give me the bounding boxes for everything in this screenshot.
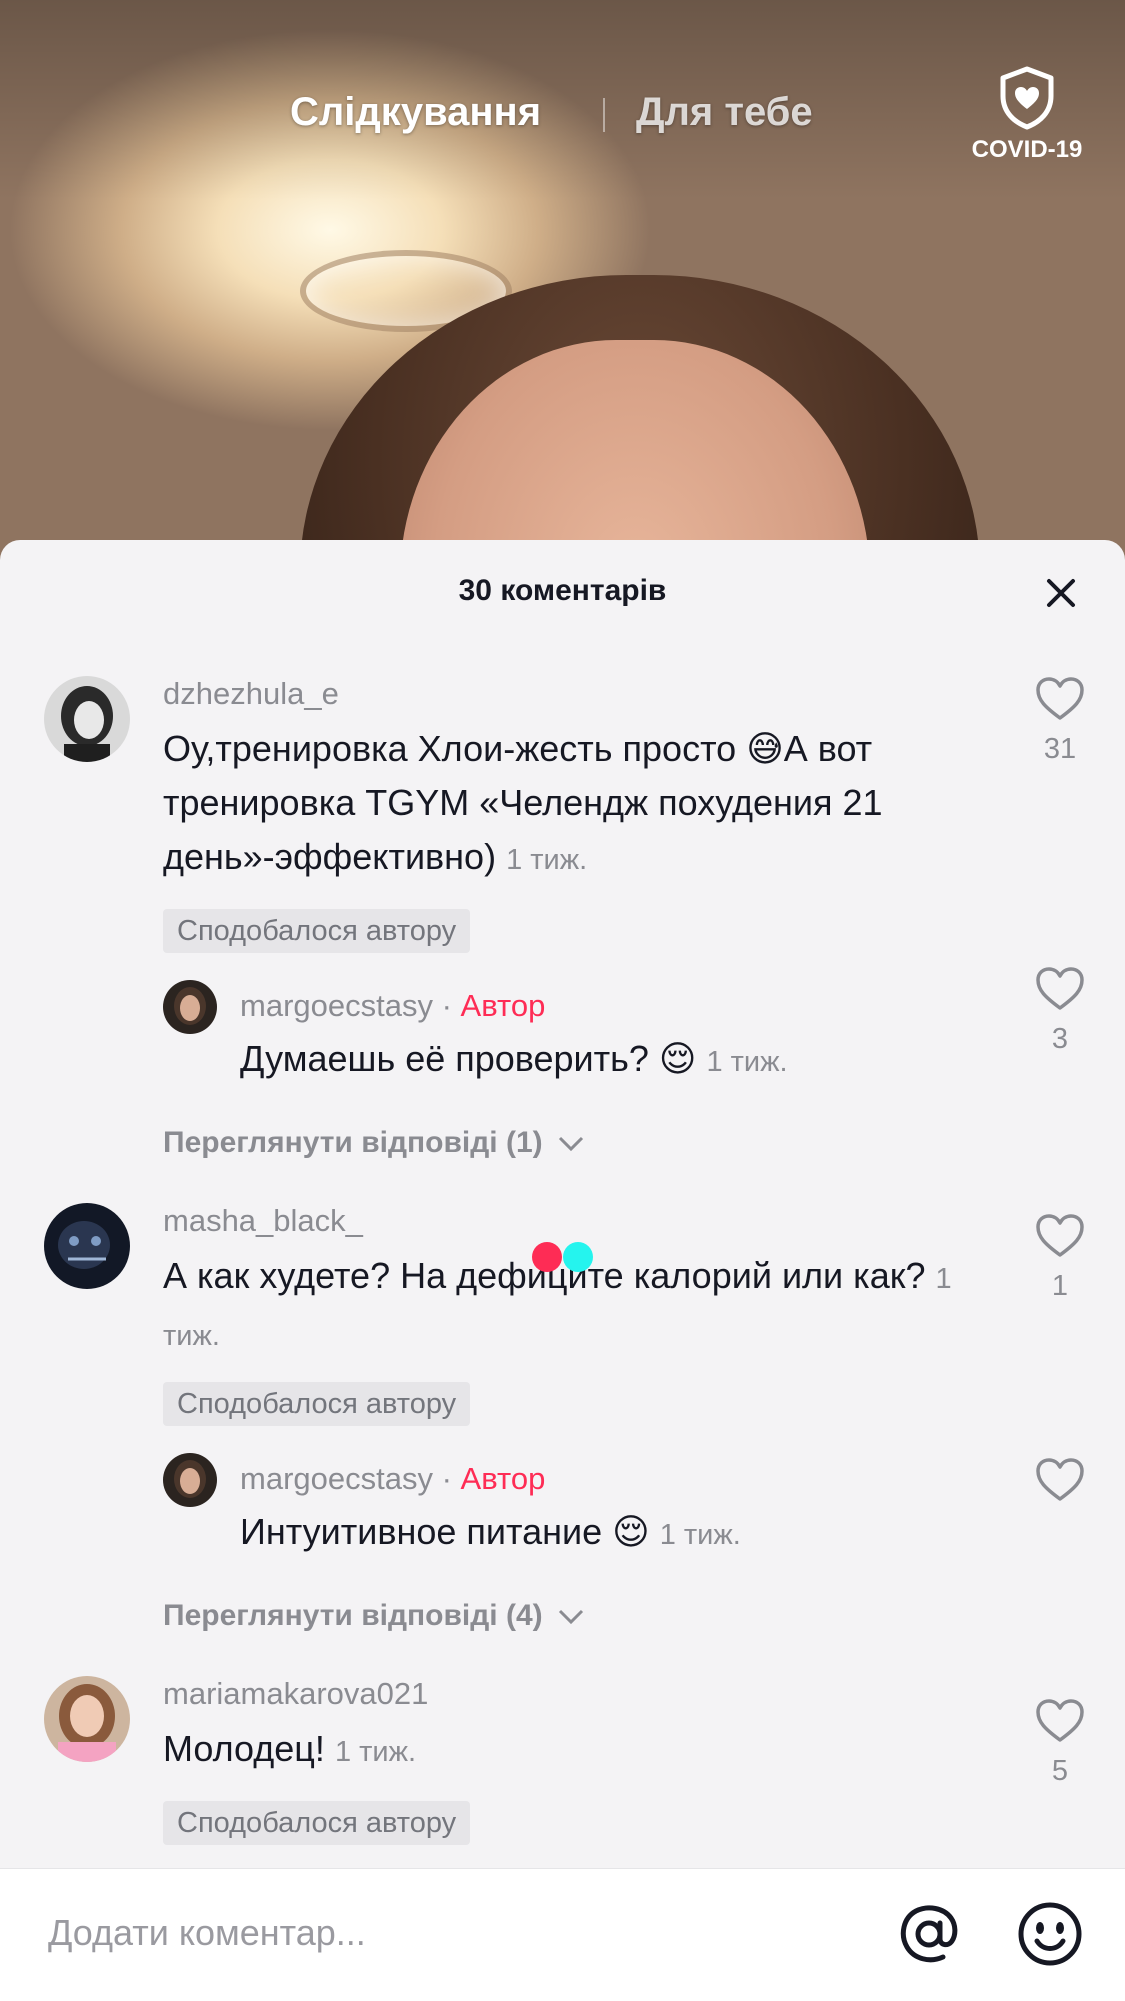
- reply-avatar[interactable]: [163, 980, 217, 1034]
- tab-following[interactable]: Слідкування: [290, 90, 541, 135]
- comment-time: 1 тиж.: [334, 1736, 417, 1768]
- reply-username-line: margoecstasy · Автор: [240, 1461, 545, 1497]
- close-icon[interactable]: [1044, 576, 1078, 610]
- reply-like-count: 3: [1051, 1023, 1069, 1055]
- top-navigation: Слідкування Для тебе: [0, 90, 1125, 140]
- add-comment-input[interactable]: [46, 1911, 850, 1955]
- reply-username[interactable]: margoecstasy: [240, 988, 433, 1023]
- separator-dot: ·: [441, 1461, 452, 1496]
- reply-username-line: margoecstasy · Автор: [240, 988, 545, 1024]
- reply-body: Думаешь её проверить? 😌: [240, 1038, 697, 1079]
- video-background[interactable]: [0, 0, 1125, 560]
- view-replies-label: Переглянути відповіді (1): [163, 1126, 543, 1159]
- emoji-icon[interactable]: [1017, 1901, 1083, 1967]
- reply-username[interactable]: margoecstasy: [240, 1461, 433, 1496]
- reply-body: Интуитивное питание 😌: [240, 1511, 650, 1552]
- comment-input-bar: [0, 1868, 1125, 2001]
- comment-username[interactable]: dzhezhula_e: [163, 676, 339, 712]
- reply-time: 1 тиж.: [706, 1046, 788, 1078]
- like-button[interactable]: 31: [1030, 676, 1090, 766]
- reply-like-button[interactable]: [1030, 1457, 1090, 1514]
- avatar[interactable]: [44, 676, 130, 762]
- avatar[interactable]: [44, 1676, 130, 1762]
- like-count: 31: [1043, 733, 1077, 765]
- author-badge: Автор: [460, 1461, 546, 1496]
- reply-text: Интуитивное питание 😌 1 тиж.: [240, 1505, 1000, 1562]
- chevron-down-icon: [558, 1610, 584, 1625]
- heart-icon: [1036, 1699, 1084, 1742]
- shield-heart-icon: [1000, 66, 1054, 130]
- author-badge: Автор: [460, 988, 546, 1023]
- chevron-down-icon: [558, 1137, 584, 1152]
- heart-icon: [1036, 967, 1084, 1010]
- view-replies-button[interactable]: Переглянути відповіді (4): [163, 1599, 585, 1633]
- mention-icon[interactable]: [896, 1901, 962, 1967]
- liked-by-author-badge: Сподобалося автору: [163, 1801, 471, 1845]
- tab-divider: [603, 98, 605, 132]
- sheet-header: 30 коментарів: [0, 540, 1125, 650]
- comment-username[interactable]: mariamakarova021: [163, 1676, 428, 1712]
- view-replies-label: Переглянути відповіді (4): [163, 1599, 543, 1632]
- separator-dot: ·: [441, 988, 452, 1023]
- reply-text: Думаешь её проверить? 😌 1 тиж.: [240, 1032, 1000, 1089]
- comment-username[interactable]: masha_black_: [163, 1203, 363, 1239]
- heart-icon: [1036, 677, 1084, 720]
- comment-body: Молодец!: [163, 1728, 325, 1769]
- heart-icon: [1036, 1214, 1084, 1257]
- like-count: 1: [1051, 1270, 1069, 1302]
- tab-for-you[interactable]: Для тебе: [636, 90, 813, 135]
- comments-count-title: 30 коментарів: [458, 574, 667, 607]
- heart-icon: [1036, 1458, 1084, 1501]
- covid-label: COVID-19: [971, 136, 1083, 163]
- comment-text: Оу,тренировка Хлои-жесть просто 😅А вот т…: [163, 722, 983, 887]
- covid-button[interactable]: COVID-19: [960, 66, 1094, 164]
- reply-like-button[interactable]: 3: [1030, 966, 1090, 1056]
- like-button[interactable]: 1: [1030, 1213, 1090, 1303]
- avatar[interactable]: [44, 1203, 130, 1289]
- like-button[interactable]: 5: [1030, 1698, 1090, 1788]
- liked-by-author-badge: Сподобалося автору: [163, 1382, 471, 1426]
- reply-avatar[interactable]: [163, 1453, 217, 1507]
- comment-time: 1 тиж.: [506, 844, 588, 876]
- comment-text: Молодец! 1 тиж.: [163, 1722, 983, 1779]
- view-replies-button[interactable]: Переглянути відповіді (1): [163, 1126, 585, 1160]
- liked-by-author-badge: Сподобалося автору: [163, 909, 471, 953]
- reply-time: 1 тиж.: [659, 1519, 741, 1551]
- loading-indicator: [532, 1242, 593, 1272]
- like-count: 5: [1051, 1755, 1069, 1787]
